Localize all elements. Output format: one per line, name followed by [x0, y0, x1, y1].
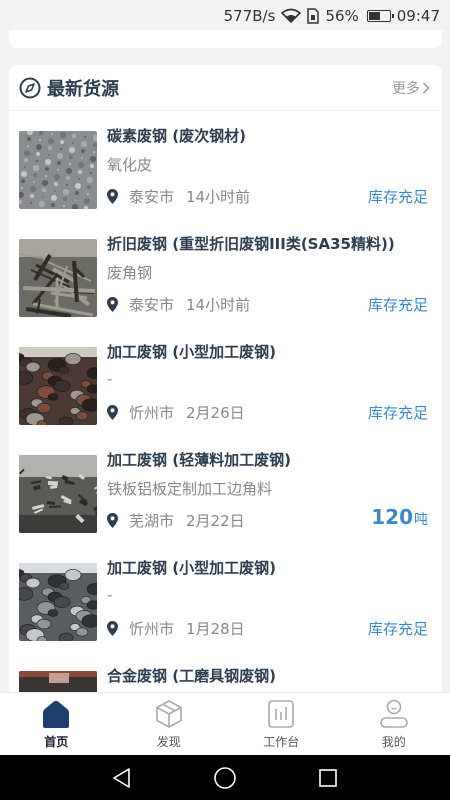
location-pin-icon — [107, 513, 118, 528]
more-link[interactable]: 更多 — [392, 78, 430, 98]
tab-profile[interactable]: 我的 — [338, 693, 450, 755]
item-title: 碳素废钢 (废次钢材) — [107, 127, 246, 145]
back-button[interactable] — [106, 762, 138, 794]
item-location: 泰安市 14小时前 — [107, 186, 250, 207]
home-nav-button[interactable] — [209, 762, 241, 794]
item-subtitle: 铁板铝板定制加工边角料 — [107, 480, 273, 498]
stock-status: 库存充足 — [367, 404, 428, 422]
supply-item[interactable]: 加工废钢 (小型加工废钢) - 忻州市 2月26日 库存充足 — [9, 327, 442, 435]
item-location: 忻州市 2月26日 — [107, 402, 245, 423]
back-triangle-icon — [112, 767, 130, 788]
item-city: 泰安市 — [129, 188, 175, 206]
item-subtitle: 废角钢 — [107, 264, 153, 282]
more-label: 更多 — [392, 80, 420, 97]
wifi-icon — [281, 8, 302, 24]
item-time: 1月28日 — [186, 620, 245, 638]
item-time: 14小时前 — [186, 296, 251, 314]
tab-discover[interactable]: 发现 — [113, 693, 226, 755]
latest-supply-card: 最新货源 更多 碳素废钢 (废次钢材) 氧化皮 泰安市 14小时前 库存充足 折旧废钢 (… — [9, 65, 442, 705]
supply-item[interactable]: 碳素废钢 (废次钢材) 氧化皮泰安市 14小时前 库存充足 — [9, 111, 442, 219]
stock-status: 库存充足 — [367, 620, 428, 638]
network-speed: 577B/s — [223, 7, 276, 25]
item-city: 芜湖市 — [129, 512, 175, 530]
item-title: 合金废钢 (工磨具钢废钢) — [107, 667, 276, 685]
item-subtitle: - — [107, 586, 113, 604]
quantity-number: 120 — [371, 505, 413, 529]
product-thumbnail — [19, 131, 97, 209]
location-pin-icon — [107, 405, 118, 420]
recents-square-icon — [319, 768, 338, 787]
home-icon — [43, 700, 70, 728]
sim-icon — [307, 8, 320, 24]
item-title: 加工废钢 (小型加工废钢) — [107, 559, 276, 577]
product-thumbnail — [19, 347, 97, 425]
item-location: 芜湖市 2月22日 — [107, 510, 245, 531]
supply-item[interactable]: 折旧废钢 (重型折旧废钢III类(SA35精料)) 废角钢泰安市 14小时前 库存充足 — [9, 219, 442, 327]
section-title: 最新货源 — [47, 78, 119, 100]
card-header: 最新货源 更多 — [9, 65, 442, 111]
product-thumbnail — [19, 563, 97, 641]
item-time: 14小时前 — [186, 188, 251, 206]
item-city: 忻州市 — [129, 620, 175, 638]
item-title: 加工废钢 (小型加工废钢) — [107, 343, 276, 361]
battery-percent: 56% — [325, 7, 359, 25]
cube-icon — [155, 699, 182, 728]
item-location: 泰安市 14小时前 — [107, 294, 250, 315]
product-thumbnail — [19, 455, 97, 533]
item-subtitle: - — [107, 370, 113, 388]
recents-button[interactable] — [312, 762, 344, 794]
clock: 09:47 — [396, 7, 440, 25]
battery-icon — [366, 10, 394, 22]
location-pin-icon — [107, 297, 118, 312]
item-time: 2月26日 — [186, 404, 245, 422]
tab-workbench[interactable]: 工作台 — [225, 693, 338, 755]
system-nav-bar — [0, 755, 450, 800]
tab-workbench-label: 工作台 — [263, 734, 300, 749]
quantity-unit: 吨 — [414, 512, 428, 528]
item-title: 加工废钢 (轻薄料加工废钢) — [107, 451, 291, 469]
previous-card — [9, 30, 442, 48]
item-city: 泰安市 — [129, 296, 175, 314]
compass-icon — [19, 77, 41, 98]
location-pin-icon — [107, 189, 118, 204]
status-bar: 577B/s 56% 09:47 — [0, 0, 450, 32]
item-time: 2月22日 — [186, 512, 245, 530]
item-title: 折旧废钢 (重型折旧废钢III类(SA35精料)) — [107, 235, 395, 253]
tab-discover-label: 发现 — [156, 734, 181, 749]
item-city: 忻州市 — [129, 404, 175, 422]
chevron-right-icon — [422, 81, 430, 94]
home-circle-icon — [214, 766, 236, 789]
supply-item[interactable]: 加工废钢 (轻薄料加工废钢) 铁板铝板定制加工边角料芜湖市 2月22日 120 吨 — [9, 435, 442, 543]
tab-home-label: 首页 — [44, 734, 69, 749]
profile-icon — [379, 699, 408, 728]
tab-profile-label: 我的 — [381, 734, 406, 749]
location-pin-icon — [107, 621, 118, 636]
tab-home[interactable]: 首页 — [0, 693, 113, 755]
product-thumbnail — [19, 239, 97, 317]
bottom-tab-bar: 首页 发现 工作台 我的 — [0, 692, 450, 755]
workbench-icon — [268, 699, 295, 728]
item-subtitle: 氧化皮 — [107, 156, 153, 174]
item-location: 忻州市 1月28日 — [107, 618, 245, 639]
supply-item[interactable]: 加工废钢 (小型加工废钢) - 忻州市 1月28日 库存充足 — [9, 543, 442, 651]
stock-status: 库存充足 — [367, 296, 428, 314]
stock-status: 库存充足 — [367, 188, 428, 206]
item-quantity: 120 吨 — [371, 505, 428, 529]
supply-list: 碳素废钢 (废次钢材) 氧化皮 泰安市 14小时前 库存充足 折旧废钢 (重型折旧废钢II… — [9, 111, 442, 705]
